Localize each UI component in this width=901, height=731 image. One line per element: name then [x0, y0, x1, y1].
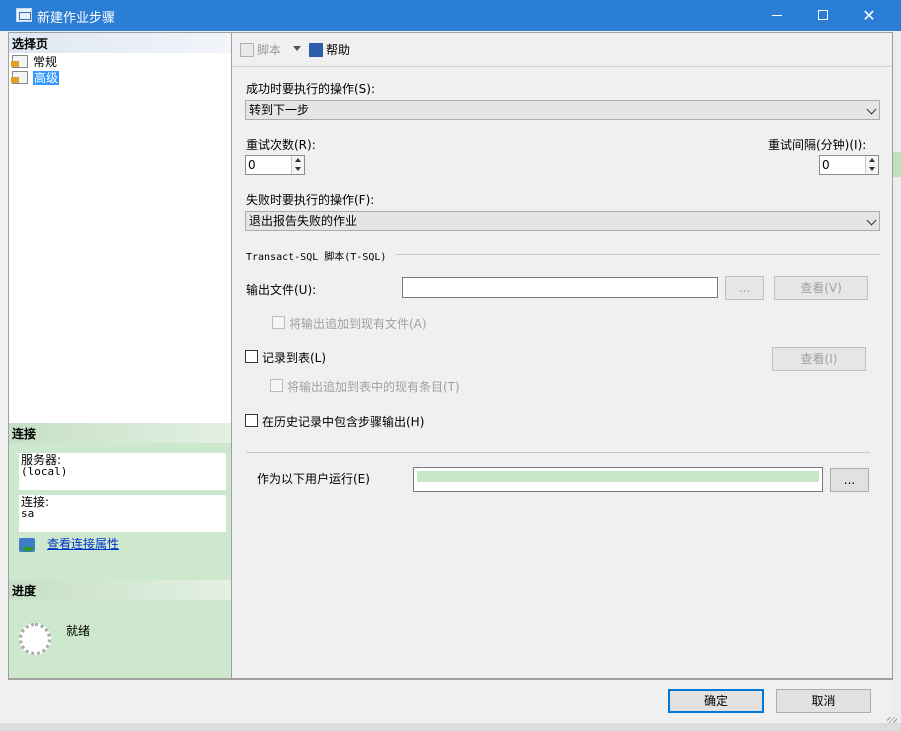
- arrow-down-icon: [295, 167, 301, 171]
- select-page-header: 选择页: [9, 33, 231, 53]
- append-table-checkbox[interactable]: [270, 379, 283, 392]
- help-icon: [309, 43, 323, 57]
- stepper-buttons[interactable]: [865, 156, 878, 174]
- background-window-edge-bottom: [0, 723, 901, 731]
- retry-attempts-value: 0: [248, 158, 256, 172]
- background-highlight: [893, 152, 901, 177]
- connection-info: 连接: sa: [19, 495, 226, 532]
- progress-header: 进度: [9, 580, 231, 600]
- close-button[interactable]: ✕: [846, 0, 892, 31]
- left-pane: 选择页 常规 高级 连接 服务器: (local) 连接: sa 查看连接属性: [8, 32, 232, 679]
- connection-header: 连接: [9, 423, 231, 443]
- view-table-button[interactable]: 查看(I): [772, 347, 866, 371]
- help-button[interactable]: 帮助: [309, 41, 350, 58]
- append-output-checkbox[interactable]: [272, 316, 285, 329]
- retry-interval-value: 0: [822, 158, 830, 172]
- view-file-button[interactable]: 查看(V): [774, 276, 868, 300]
- page-item-general[interactable]: 常规: [11, 54, 211, 70]
- log-to-table-checkbox[interactable]: [245, 350, 258, 363]
- on-failure-select[interactable]: 退出报告失败的作业: [245, 211, 880, 231]
- app-icon: [16, 8, 32, 22]
- script-label: 脚本: [257, 43, 282, 57]
- on-failure-value: 退出报告失败的作业: [249, 214, 358, 228]
- on-success-value: 转到下一步: [249, 103, 310, 117]
- view-connection-properties-link[interactable]: 查看连接属性: [47, 537, 119, 551]
- script-icon: [240, 43, 254, 57]
- output-file-input[interactable]: [402, 277, 718, 298]
- chevron-down-icon: [293, 46, 301, 51]
- close-icon: ✕: [862, 6, 876, 25]
- append-table-label: 将输出追加到表中的现有条目(T): [287, 380, 460, 394]
- chevron-down-icon: [866, 215, 877, 226]
- page-item-label: 常规: [33, 55, 58, 69]
- connection-value: sa: [21, 507, 35, 520]
- new-job-step-dialog: 新建作业步骤 ✕ 选择页 常规 高级 连接 服务器: (local) 连接: s…: [0, 0, 901, 731]
- divider: [246, 452, 870, 453]
- arrow-up-icon: [869, 158, 875, 162]
- chevron-down-icon: [866, 104, 877, 115]
- log-to-table-label: 记录到表(L): [262, 351, 327, 365]
- toolbar: 脚本 帮助: [232, 33, 892, 67]
- tsql-group-label: Transact-SQL 脚本(T-SQL): [246, 252, 387, 263]
- retry-attempts-label: 重试次数(R):: [246, 138, 316, 152]
- footer-divider: [8, 679, 893, 680]
- minimize-button[interactable]: [754, 0, 800, 31]
- include-history-label: 在历史记录中包含步骤输出(H): [262, 415, 425, 429]
- script-dropdown-button[interactable]: [293, 41, 301, 55]
- cancel-button[interactable]: 取消: [776, 689, 871, 713]
- page-item-advanced[interactable]: 高级: [11, 70, 211, 86]
- server-value: (local): [21, 465, 68, 478]
- arrow-up-icon: [295, 158, 301, 162]
- run-as-value: [417, 471, 819, 482]
- right-pane: 脚本 帮助 成功时要执行的操作(S): 转到下一步 重试次数(R): 0 重试间…: [232, 32, 893, 679]
- on-failure-label: 失败时要执行的操作(F):: [246, 193, 375, 207]
- script-button[interactable]: 脚本: [240, 41, 281, 58]
- page-list: 常规 高级: [11, 54, 211, 86]
- progress-status: 就绪: [66, 624, 91, 638]
- page-icon: [11, 55, 28, 68]
- page-icon: [11, 71, 28, 84]
- connection-panel: 连接 服务器: (local) 连接: sa 查看连接属性 进度 就绪: [9, 423, 231, 678]
- run-as-label: 作为以下用户运行(E): [257, 472, 370, 486]
- connection-label: 连接:: [21, 495, 50, 509]
- output-file-label: 输出文件(U):: [246, 283, 317, 297]
- retry-attempts-stepper[interactable]: 0: [245, 155, 305, 175]
- on-success-label: 成功时要执行的操作(S):: [246, 82, 376, 96]
- connection-properties-icon: [19, 537, 35, 552]
- help-label: 帮助: [326, 43, 351, 57]
- view-connection-properties[interactable]: 查看连接属性: [19, 535, 119, 552]
- append-output-label: 将输出追加到现有文件(A): [289, 317, 427, 331]
- arrow-down-icon: [869, 167, 875, 171]
- output-file-browse-button[interactable]: ...: [725, 276, 764, 300]
- stepper-buttons[interactable]: [291, 156, 304, 174]
- progress-spinner-icon: [19, 623, 51, 655]
- group-divider: [396, 254, 880, 255]
- server-info: 服务器: (local): [19, 453, 226, 490]
- run-as-browse-button[interactable]: ...: [830, 468, 869, 492]
- run-as-input[interactable]: [413, 467, 823, 492]
- title-bar[interactable]: 新建作业步骤 ✕: [0, 0, 901, 31]
- include-history-checkbox[interactable]: [245, 414, 258, 427]
- on-success-select[interactable]: 转到下一步: [245, 100, 880, 120]
- page-item-label: 高级: [33, 71, 60, 85]
- window-title: 新建作业步骤: [37, 11, 116, 26]
- maximize-icon: [818, 10, 828, 20]
- background-window-edge: [893, 32, 901, 723]
- retry-interval-stepper[interactable]: 0: [819, 155, 879, 175]
- maximize-button[interactable]: [800, 0, 846, 31]
- minimize-icon: [772, 14, 782, 16]
- ok-button[interactable]: 确定: [668, 689, 764, 713]
- retry-interval-label: 重试间隔(分钟)(I):: [768, 138, 867, 152]
